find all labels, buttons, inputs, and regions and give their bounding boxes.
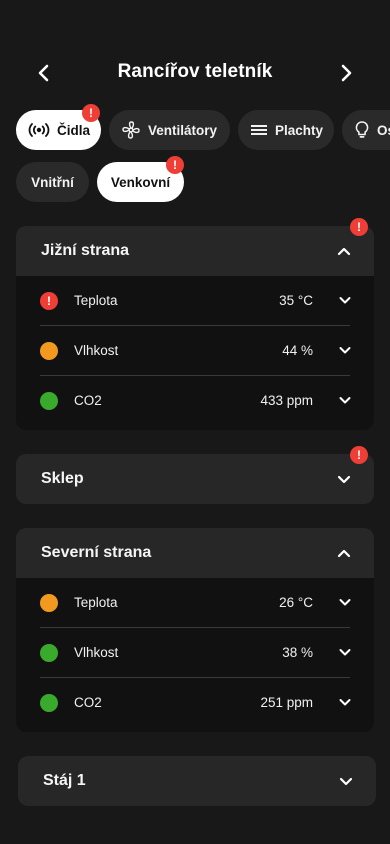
sensor-icon (28, 123, 50, 137)
chevron-down-icon (339, 297, 351, 304)
sensor-row-vlhkost[interactable]: Vlhkost 38 % (16, 628, 374, 678)
chevron-down-icon (339, 347, 351, 354)
chevron-down-icon (339, 599, 351, 606)
alert-badge: ! (350, 446, 368, 464)
sensor-label: CO2 (74, 393, 102, 408)
section-title: Stáj 1 (43, 772, 86, 789)
sensor-value: 35 °C (279, 293, 313, 308)
alert-badge: ! (82, 104, 100, 122)
category-tabs: Čidla Ventilátory Plachty Os (16, 110, 390, 150)
status-ok-dot (40, 644, 58, 662)
header: Rancířov teletník (0, 56, 390, 90)
tab-ventilatory[interactable]: Ventilátory (109, 110, 230, 150)
tab-label: Plachty (275, 122, 324, 138)
tab-plachty[interactable]: Plachty (238, 110, 334, 150)
section-title: Sklep (41, 470, 84, 487)
sensor-label: Teplota (74, 595, 118, 610)
tab-osvetleni[interactable]: Os (342, 110, 390, 150)
sensor-row-co2[interactable]: CO2 433 ppm (16, 376, 374, 426)
tab-label: Ventilátory (148, 122, 218, 138)
alert-badge: ! (166, 156, 184, 174)
sensor-value: 433 ppm (260, 393, 313, 408)
sensor-label: Vlhkost (74, 343, 119, 358)
sensor-label: Teplota (74, 293, 118, 308)
alert-badge: ! (350, 218, 368, 236)
sensor-row-vlhkost[interactable]: Vlhkost 44 % (16, 326, 374, 376)
section-card-jizni-strana: Jižní strana ! Teplota 35 °C Vlhkost 44 … (16, 226, 374, 430)
section-header[interactable]: Stáj 1 (18, 756, 376, 806)
status-ok-dot (40, 694, 58, 712)
location-chips: Vnitřní Venkovní (16, 162, 376, 202)
section-title: Severní strana (41, 544, 152, 561)
chevron-down-icon (339, 397, 351, 404)
chip-label: Venkovní (110, 174, 171, 190)
tab-label: Čidla (57, 122, 91, 138)
section-header[interactable]: Jižní strana (16, 226, 374, 276)
bulb-icon (355, 121, 369, 138)
sensor-value: 44 % (282, 343, 313, 358)
chip-label: Vnitřní (31, 174, 74, 190)
sensor-value: 38 % (282, 645, 313, 660)
section-card-severni-strana: Severní strana Teplota 26 °C Vlhkost 38 … (16, 528, 374, 732)
page-title: Rancířov teletník (117, 61, 273, 82)
chevron-down-icon (339, 699, 351, 706)
sensor-value: 251 ppm (260, 695, 313, 710)
chevron-down-icon (337, 475, 351, 484)
sensor-label: Vlhkost (74, 645, 119, 660)
chevron-down-icon (339, 777, 353, 786)
chevron-right-icon (341, 64, 352, 82)
fan-icon (122, 121, 140, 139)
section-card-staj-1: Stáj 1 (18, 756, 376, 806)
status-warning-dot (40, 342, 58, 360)
status-alert-icon: ! (40, 292, 58, 310)
sensor-row-teplota[interactable]: Teplota 26 °C (16, 578, 374, 628)
menu-lines-icon (251, 125, 267, 135)
chip-vnitrni[interactable]: Vnitřní (16, 162, 89, 202)
sensor-value: 26 °C (279, 595, 313, 610)
chevron-up-icon (337, 247, 351, 256)
sensor-row-co2[interactable]: CO2 251 ppm (16, 678, 374, 728)
chevron-down-icon (339, 649, 351, 656)
sensor-label: CO2 (74, 695, 102, 710)
tab-label: Os (377, 122, 390, 138)
section-header[interactable]: Severní strana (16, 528, 374, 578)
section-card-sklep: Sklep (16, 454, 374, 504)
next-barn-button[interactable] (333, 60, 359, 86)
status-warning-dot (40, 594, 58, 612)
status-ok-dot (40, 392, 58, 410)
section-title: Jižní strana (41, 242, 130, 259)
sensor-row-teplota[interactable]: ! Teplota 35 °C (16, 276, 374, 326)
section-header[interactable]: Sklep (16, 454, 374, 504)
chevron-up-icon (337, 549, 351, 558)
